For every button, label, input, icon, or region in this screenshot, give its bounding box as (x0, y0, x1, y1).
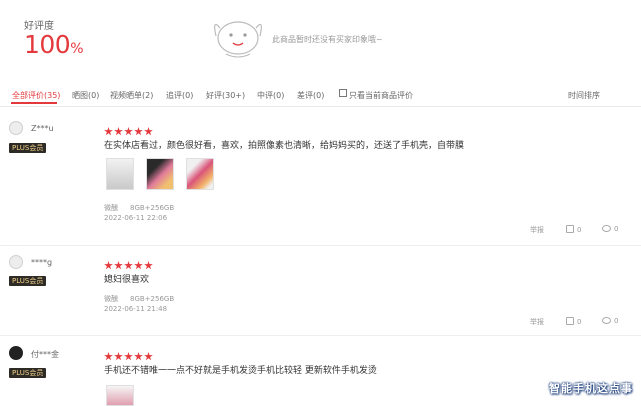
review-item: 付***金 PLUS会员 手机还不错唯一一点不好就是手机发烫手机比较轻 更新软件… (0, 335, 641, 406)
tab-neutral[interactable]: 中评(0) (257, 90, 284, 101)
review-username: Z***u (31, 124, 54, 133)
report-link[interactable]: 举报 (530, 225, 544, 235)
reply-button[interactable]: 0 (602, 317, 618, 325)
product-memory: 8GB+256GB (130, 204, 175, 212)
like-count: 0 (577, 226, 582, 234)
review-photo[interactable] (106, 158, 134, 190)
tab-follow-up[interactable]: 追评(0) (166, 90, 193, 101)
sort-by-time-button[interactable]: 时间排序 (568, 90, 600, 101)
rating-percentage: 100% (24, 30, 84, 59)
star-icon (134, 352, 143, 361)
star-icon (134, 261, 143, 270)
review-photo[interactable] (186, 158, 214, 190)
review-photo[interactable] (146, 158, 174, 190)
thumbs-up-icon (566, 225, 574, 233)
tab-negative[interactable]: 差评(0) (297, 90, 324, 101)
reply-button[interactable]: 0 (602, 225, 618, 233)
review-content: 在实体店看过，颜色很好看，喜欢，拍照像素也清晰，给妈妈买的，还送了手机壳，自带膜 (104, 141, 465, 151)
review-date: 2022-06-11 22:06 (104, 214, 168, 222)
rating-value: 100 (24, 30, 71, 59)
plus-member-badge: PLUS会员 (9, 276, 47, 286)
active-tab-indicator (11, 102, 57, 104)
review-username: 付***金 (31, 350, 59, 359)
current-product-checkbox-label[interactable]: 只看当前商品评价 (349, 90, 413, 101)
avatar[interactable] (9, 121, 23, 135)
review-photo[interactable] (106, 385, 134, 406)
star-icon (104, 261, 113, 270)
tab-photos[interactable]: 晒图(0) (72, 90, 99, 101)
tab-video-reviews[interactable]: 视频晒单(2) (110, 90, 153, 101)
plus-member-badge: PLUS会员 (9, 143, 47, 153)
review-item: Z***u PLUS会员 在实体店看过，颜色很好看，喜欢，拍照像素也清晰，给妈妈… (0, 110, 641, 246)
tab-all-reviews[interactable]: 全部评价(35) (12, 90, 60, 101)
product-spec: 微醺 8GB+256GB (104, 203, 174, 213)
review-username: ****g (31, 258, 53, 267)
star-icon (144, 127, 153, 136)
star-icon (114, 352, 123, 361)
star-icon (104, 352, 113, 361)
star-icon (114, 127, 123, 136)
star-icon (104, 127, 113, 136)
star-icon (124, 261, 133, 270)
review-content: 媳妇很喜欢 (104, 275, 150, 285)
rating-unit: % (70, 41, 84, 57)
tab-positive[interactable]: 好评(30+) (206, 90, 245, 101)
review-content: 手机还不错唯一一点不好就是手机发烫手机比较轻 更新软件手机发烫 (104, 366, 377, 376)
plus-member-badge: PLUS会员 (9, 368, 47, 378)
current-product-checkbox[interactable] (339, 89, 347, 97)
comment-bubble-icon (602, 225, 611, 232)
product-color: 微醺 (104, 295, 118, 303)
jd-dog-mascot-icon (214, 21, 262, 58)
no-impression-notice: 此商品暂时还没有买家印象哦~ (272, 35, 383, 44)
star-icon (144, 352, 153, 361)
star-icon (134, 127, 143, 136)
review-filter-tabs: 全部评价(35) 晒图(0) 视频晒单(2) 追评(0) 好评(30+) 中评(… (0, 84, 641, 107)
reply-count: 0 (614, 317, 619, 325)
avatar[interactable] (9, 255, 23, 269)
reply-count: 0 (614, 225, 619, 233)
star-icon (144, 261, 153, 270)
product-color: 微醺 (104, 204, 118, 212)
thumbs-up-icon (566, 317, 574, 325)
star-icon (124, 352, 133, 361)
review-item: ****g PLUS会员 媳妇很喜欢 微醺 8GB+256GB 2022-06-1… (0, 245, 641, 336)
review-date: 2022-06-11 21:48 (104, 305, 168, 313)
product-spec: 微醺 8GB+256GB (104, 294, 174, 304)
star-icon (114, 261, 123, 270)
like-button[interactable]: 0 (566, 225, 581, 234)
comment-bubble-icon (602, 317, 611, 324)
like-count: 0 (577, 318, 582, 326)
like-button[interactable]: 0 (566, 317, 581, 326)
watermark-text: 智能手机这点事 (549, 382, 633, 395)
product-memory: 8GB+256GB (130, 295, 175, 303)
report-link[interactable]: 举报 (530, 317, 544, 327)
star-icon (124, 127, 133, 136)
avatar[interactable] (9, 346, 23, 360)
